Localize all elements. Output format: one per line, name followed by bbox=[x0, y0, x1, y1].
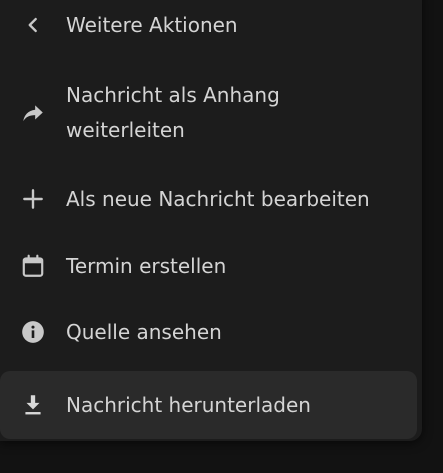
info-icon bbox=[20, 319, 46, 345]
create-event-item[interactable]: Termin erstellen bbox=[0, 246, 418, 286]
plus-icon bbox=[20, 186, 46, 212]
edit-as-new-message-item[interactable]: Als neue Nachricht bearbeiten bbox=[0, 179, 418, 219]
menu-item-label: Nachricht herunterladen bbox=[66, 392, 311, 417]
share-arrow-icon bbox=[20, 100, 46, 126]
menu-item-label: Nachricht als Anhang weiterleiten bbox=[66, 83, 280, 142]
menu-item-label: Quelle ansehen bbox=[66, 319, 222, 344]
calendar-icon bbox=[20, 253, 46, 279]
menu-item-label: Als neue Nachricht bearbeiten bbox=[66, 186, 370, 211]
menu-item-label: Termin erstellen bbox=[66, 253, 227, 278]
menu-header-label: Weitere Aktionen bbox=[66, 12, 238, 37]
more-actions-menu: Weitere Aktionen Nachricht als Anhang we… bbox=[0, 0, 422, 441]
download-icon bbox=[20, 392, 46, 418]
chevron-left-icon bbox=[20, 12, 46, 38]
view-source-item[interactable]: Quelle ansehen bbox=[0, 312, 418, 352]
back-to-more-actions[interactable]: Weitere Aktionen bbox=[0, 0, 418, 50]
forward-as-attachment-item[interactable]: Nachricht als Anhang weiterleiten bbox=[0, 74, 418, 152]
download-message-item[interactable]: Nachricht herunterladen bbox=[0, 371, 417, 439]
